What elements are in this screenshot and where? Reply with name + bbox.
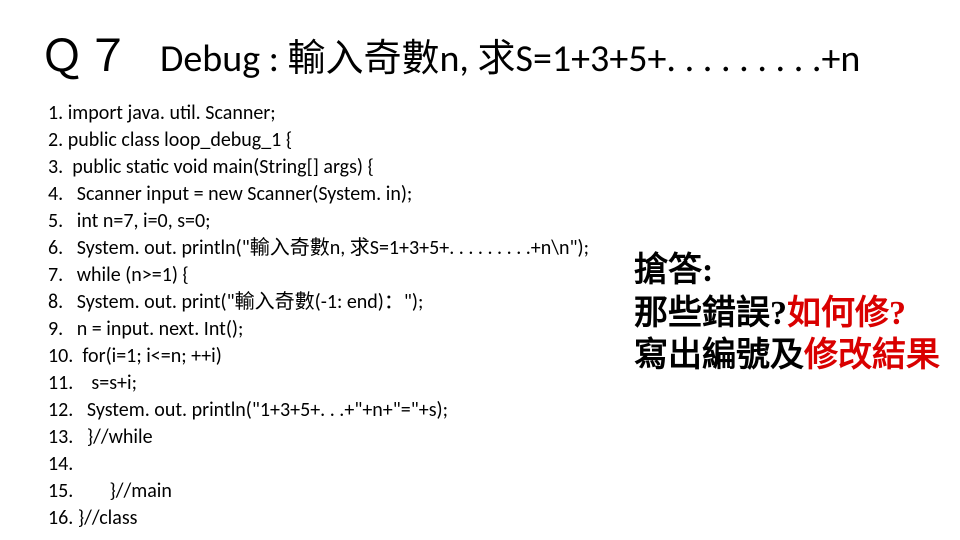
- code-line: 7. while (n>=1) {: [48, 262, 589, 289]
- code-line: 15. }//main: [48, 478, 589, 505]
- code-line: 14.: [48, 451, 589, 478]
- title-row: Ｑ７ Debug : 輸入奇數n, 求S=1+3+5+. . . . . . .…: [40, 20, 920, 84]
- code-line: 9. n = input. next. Int();: [48, 316, 589, 343]
- code-line: 11. s=s+i;: [48, 370, 589, 397]
- code-line: 4. Scanner input = new Scanner(System. i…: [48, 181, 589, 208]
- code-line: 8. System. out. print("輸入奇數(-1: end)：");: [48, 289, 589, 316]
- code-line: 1. import java. util. Scanner;: [48, 100, 589, 127]
- answer-line-2-black: 那些錯誤?: [634, 295, 787, 332]
- answer-line-3-red: 修改結果: [804, 337, 940, 374]
- code-line: 10. for(i=1; i<=n; ++i): [48, 343, 589, 370]
- code-line: 2. public class loop_debug_1 {: [48, 127, 589, 154]
- code-line: 6. System. out. println("輸入奇數n, 求S=1+3+5…: [48, 235, 589, 262]
- answer-box: 搶答: 那些錯誤?如何修? 寫出編號及修改結果: [634, 250, 940, 378]
- answer-line-3-black: 寫出編號及: [634, 337, 804, 374]
- code-line: 16. }//class: [48, 505, 589, 532]
- code-line: 3. public static void main(String[] args…: [48, 154, 589, 181]
- code-block: 1. import java. util. Scanner; 2. public…: [48, 100, 589, 532]
- answer-line-1: 搶答:: [634, 250, 940, 293]
- answer-line-2-red: 如何修?: [787, 295, 906, 332]
- question-number: Ｑ７: [40, 20, 132, 84]
- code-line: 5. int n=7, i=0, s=0;: [48, 208, 589, 235]
- code-line: 13. }//while: [48, 424, 589, 451]
- answer-line-3: 寫出編號及修改結果: [634, 335, 940, 378]
- slide: Ｑ７ Debug : 輸入奇數n, 求S=1+3+5+. . . . . . .…: [0, 0, 960, 540]
- code-line: 12. System. out. println("1+3+5+. . .+"+…: [48, 397, 589, 424]
- answer-line-2: 那些錯誤?如何修?: [634, 293, 940, 336]
- title-text: Debug : 輸入奇數n, 求S=1+3+5+. . . . . . . . …: [160, 27, 860, 82]
